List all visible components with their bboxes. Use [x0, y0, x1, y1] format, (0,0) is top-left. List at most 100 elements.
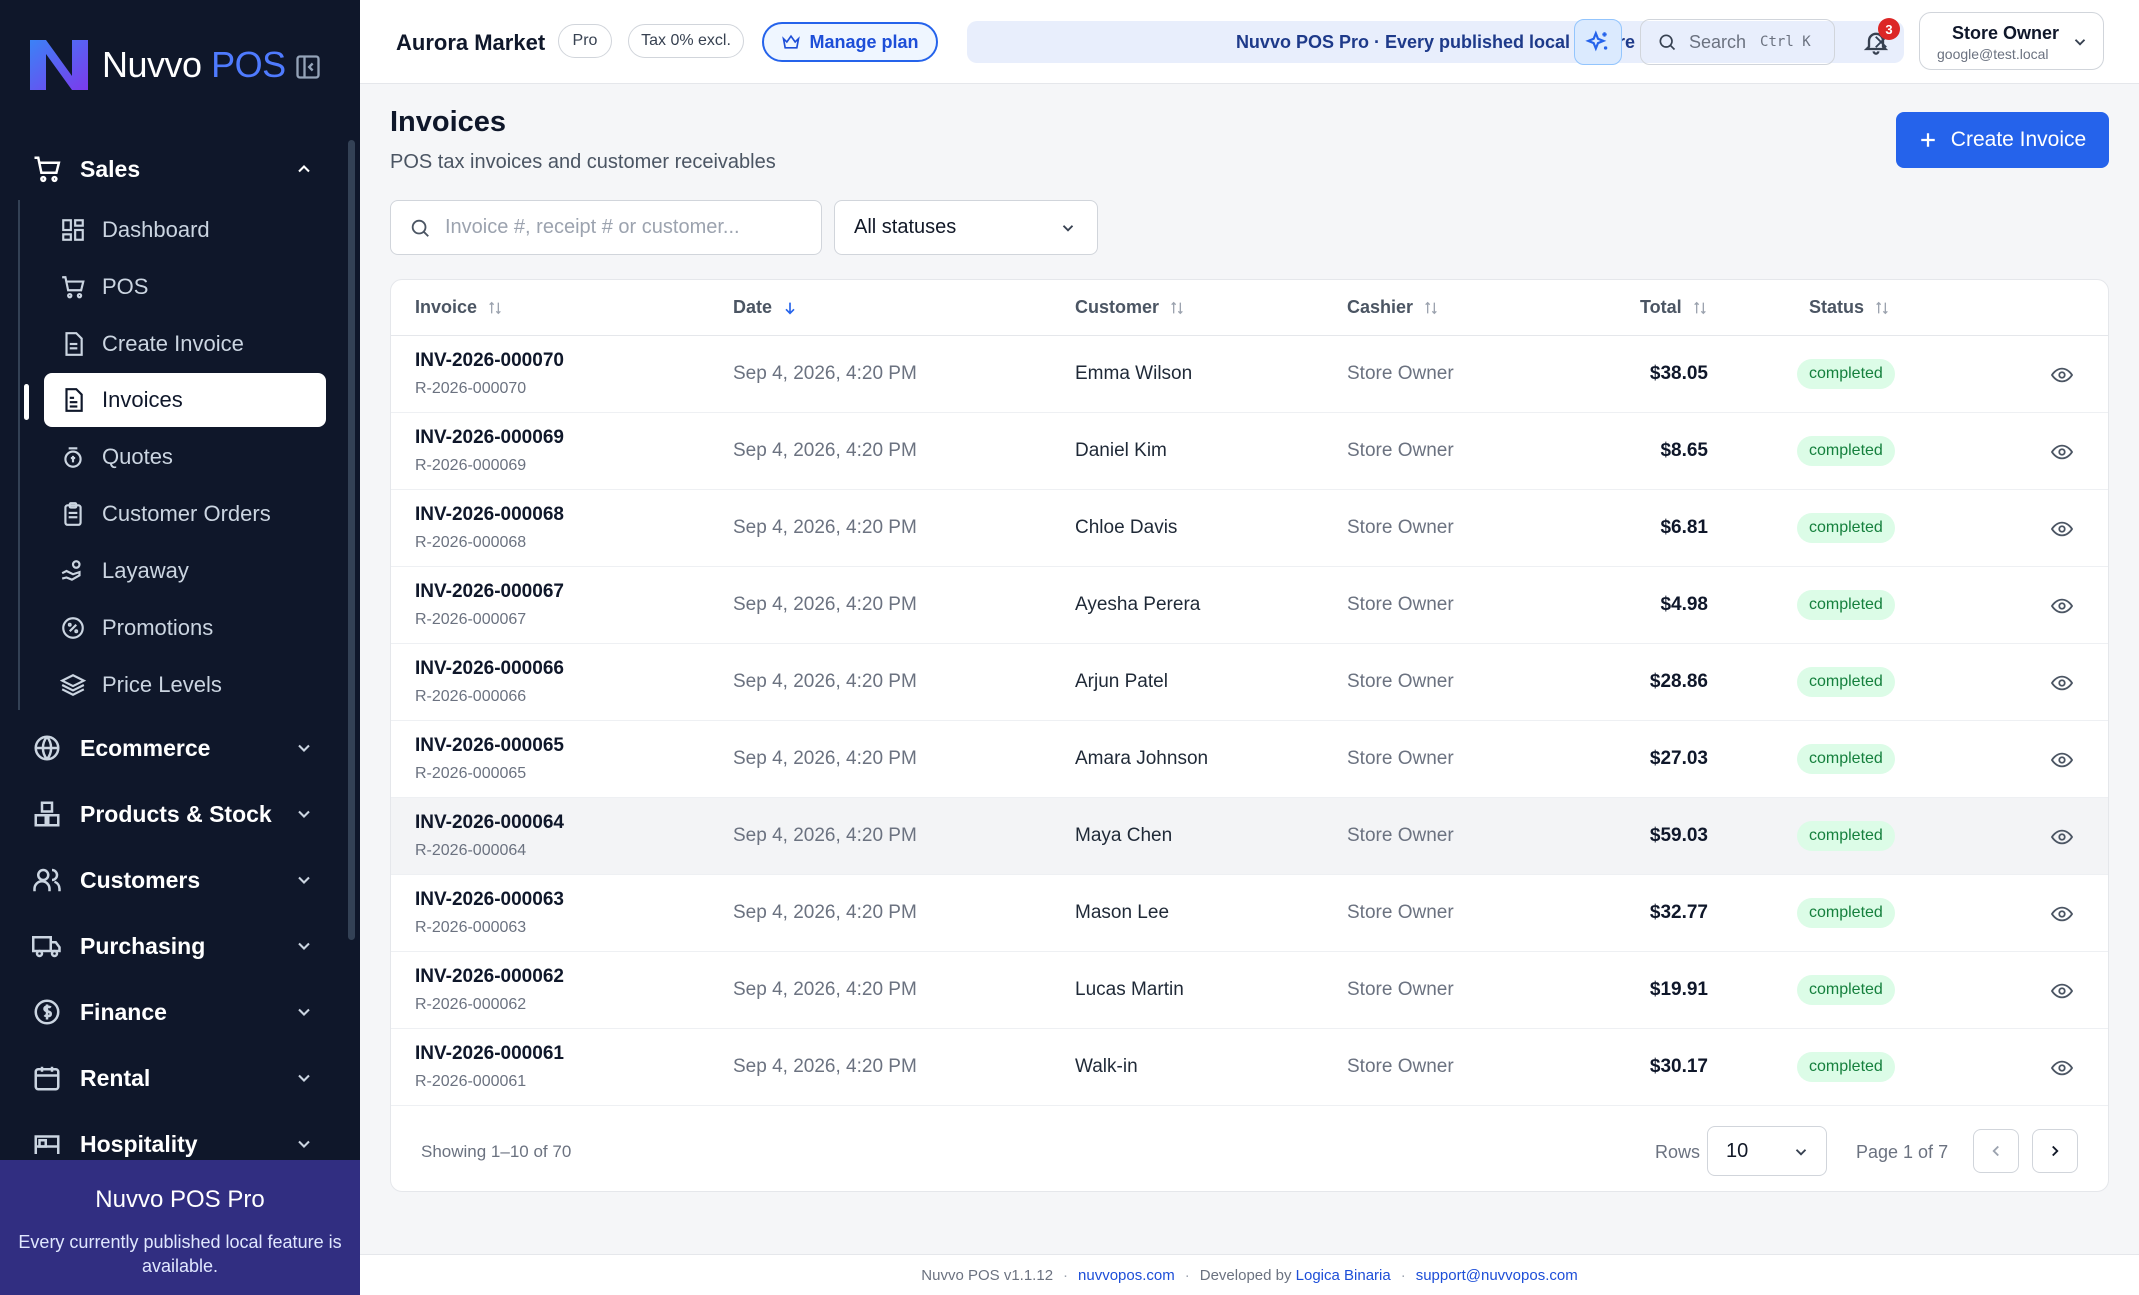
sidebar-section-rental[interactable]: Rental [32, 1048, 322, 1108]
sidebar-item-customer-orders[interactable]: Customer Orders [44, 487, 326, 541]
table-row[interactable]: INV-2026-000066 R-2026-000066 Sep 4, 202… [391, 644, 2108, 721]
brand-logo[interactable]: Nuvvo POS [26, 32, 286, 98]
cashier-name: Store Owner [1347, 902, 1454, 923]
status-filter-select[interactable]: All statuses [834, 200, 1098, 255]
invoice-number: INV-2026-000062 [415, 966, 564, 987]
support-email-link[interactable]: support@nuvvopos.com [1416, 1267, 1578, 1284]
column-header-total[interactable]: Total [1640, 297, 1708, 318]
sidebar-item-create-invoice[interactable]: Create Invoice [44, 317, 326, 371]
eye-icon[interactable] [2051, 365, 2073, 385]
sidebar-section-purchasing[interactable]: Purchasing [32, 916, 322, 976]
bed-icon [34, 1135, 60, 1154]
status-badge: completed [1797, 436, 1895, 466]
hand-coins-icon [61, 560, 81, 581]
chevron-down-icon [298, 810, 310, 818]
user-menu-button[interactable]: Store Owner google@test.local [1919, 12, 2104, 70]
sidebar-item-promotions[interactable]: Promotions [44, 601, 326, 655]
ai-assistant-button[interactable] [1574, 19, 1622, 65]
receipt-number: R-2026-000061 [415, 1073, 527, 1090]
invoice-total: $4.98 [1660, 594, 1708, 615]
table-row[interactable]: INV-2026-000065 R-2026-000065 Sep 4, 202… [391, 721, 2108, 798]
store-name: Aurora Market [396, 30, 546, 55]
pro-plan-card: Nuvvo POS Pro Every currently published … [0, 1160, 360, 1295]
invoice-date: Sep 4, 2026, 4:20 PM [733, 825, 917, 846]
eye-icon[interactable] [2051, 1058, 2073, 1078]
table-row[interactable]: INV-2026-000067 R-2026-000067 Sep 4, 202… [391, 567, 2108, 644]
eye-icon[interactable] [2051, 519, 2073, 539]
collapse-sidebar-icon[interactable] [294, 53, 322, 81]
app-version: Nuvvo POS v1.1.12 [921, 1266, 1054, 1284]
cashier-name: Store Owner [1347, 979, 1454, 1000]
sidebar-section-ecommerce[interactable]: Ecommerce [32, 718, 322, 778]
rows-per-page-select[interactable]: 10 [1707, 1126, 1827, 1176]
table-row[interactable]: INV-2026-000070 R-2026-000070 Sep 4, 202… [391, 336, 2108, 413]
eye-icon[interactable] [2051, 981, 2073, 1001]
customer-name: Ayesha Perera [1075, 594, 1201, 615]
eye-icon[interactable] [2051, 442, 2073, 462]
status-badge: completed [1797, 590, 1895, 620]
sidebar-item-invoices[interactable]: Invoices [44, 373, 326, 427]
table-row[interactable]: INV-2026-000061 R-2026-000061 Sep 4, 202… [391, 1029, 2108, 1106]
sidebar-section-sales[interactable]: Sales [32, 139, 322, 199]
website-link[interactable]: nuvvopos.com [1078, 1267, 1175, 1284]
active-indicator [24, 384, 29, 420]
column-header-date[interactable]: Date [733, 297, 798, 318]
invoice-date: Sep 4, 2026, 4:20 PM [733, 517, 917, 538]
table-header: Invoice Date Customer Cashier Total Stat… [391, 280, 2108, 336]
next-page-button[interactable] [2032, 1129, 2078, 1173]
chevron-down-icon [298, 942, 310, 950]
invoice-number: INV-2026-000070 [415, 350, 564, 371]
eye-icon[interactable] [2051, 750, 2073, 770]
plus-icon [1921, 133, 1935, 147]
invoice-total: $32.77 [1649, 902, 1708, 923]
cashier-name: Store Owner [1347, 1056, 1454, 1077]
clipboard-icon [64, 502, 82, 526]
sidebar-item-layaway[interactable]: Layaway [44, 544, 326, 598]
sidebar-scrollbar[interactable] [348, 140, 355, 940]
invoice-search-input[interactable] [445, 216, 805, 239]
eye-icon[interactable] [2051, 827, 2073, 847]
table-row[interactable]: INV-2026-000068 R-2026-000068 Sep 4, 202… [391, 490, 2108, 567]
sidebar-section-finance[interactable]: Finance [32, 982, 322, 1042]
invoice-date: Sep 4, 2026, 4:20 PM [733, 902, 917, 923]
column-header-invoice[interactable]: Invoice [415, 297, 503, 318]
eye-icon[interactable] [2051, 904, 2073, 924]
customer-name: Walk-in [1075, 1056, 1138, 1077]
sidebar-section-products-stock[interactable]: Products & Stock [32, 784, 322, 844]
prev-page-button[interactable] [1973, 1129, 2019, 1173]
table-row[interactable]: INV-2026-000064 R-2026-000064 Sep 4, 202… [391, 798, 2108, 875]
table-row[interactable]: INV-2026-000063 R-2026-000063 Sep 4, 202… [391, 875, 2108, 952]
column-header-status[interactable]: Status [1809, 297, 1890, 318]
invoice-total: $30.17 [1649, 1056, 1708, 1077]
dollar-circle-icon [34, 999, 60, 1025]
dashboard-icon [62, 219, 84, 241]
sidebar-section-customers[interactable]: Customers [32, 850, 322, 910]
sidebar-item-dashboard[interactable]: Dashboard [44, 203, 326, 257]
sidebar-item-pos[interactable]: POS [44, 260, 326, 314]
sidebar-item-quotes[interactable]: Quotes [44, 430, 326, 484]
column-header-cashier[interactable]: Cashier [1347, 297, 1439, 318]
eye-icon[interactable] [2051, 673, 2073, 693]
customer-name: Chloe Davis [1075, 517, 1178, 538]
global-search-button[interactable]: Search Ctrl K [1640, 19, 1835, 65]
chevron-down-icon [1062, 225, 1074, 232]
eye-icon[interactable] [2051, 596, 2073, 616]
customer-name: Daniel Kim [1075, 440, 1167, 461]
table-row[interactable]: INV-2026-000069 R-2026-000069 Sep 4, 202… [391, 413, 2108, 490]
invoice-total: $6.81 [1660, 517, 1708, 538]
invoice-total: $8.65 [1660, 440, 1708, 461]
receipt-number: R-2026-000066 [415, 688, 527, 705]
sparkles-icon [1585, 30, 1608, 52]
receipt-number: R-2026-000068 [415, 534, 527, 551]
invoice-date: Sep 4, 2026, 4:20 PM [733, 979, 917, 1000]
create-invoice-button[interactable]: Create Invoice [1896, 112, 2109, 168]
developer-link[interactable]: Logica Binaria [1296, 1267, 1391, 1284]
sidebar-item-price-levels[interactable]: Price Levels [44, 658, 326, 712]
pro-plan-title: Nuvvo POS Pro [95, 1186, 265, 1213]
column-header-customer[interactable]: Customer [1075, 297, 1185, 318]
table-row[interactable]: INV-2026-000062 R-2026-000062 Sep 4, 202… [391, 952, 2108, 1029]
sidebar: Nuvvo POS Sales Dashboard POS Create Inv… [0, 0, 360, 1295]
manage-plan-button[interactable]: Manage plan [762, 22, 938, 62]
chevron-down-icon [298, 1008, 310, 1016]
customer-name: Mason Lee [1075, 902, 1170, 923]
